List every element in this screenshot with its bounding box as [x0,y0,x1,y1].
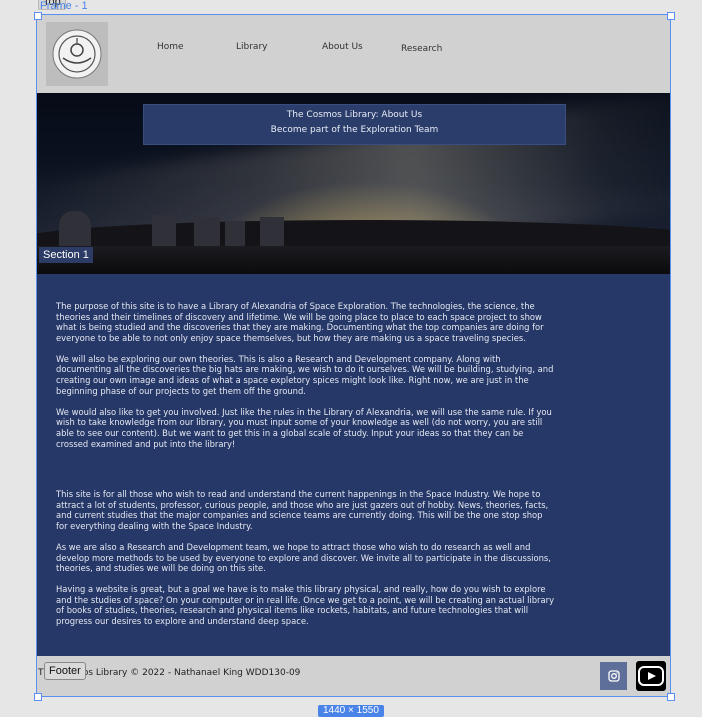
instagram-icon [607,670,620,682]
nav-home[interactable]: Home [157,42,184,52]
youtube-button[interactable] [636,661,666,691]
frame-size-label: 1440 × 1550 [318,705,384,717]
telescope-building [225,221,245,249]
nav-library[interactable]: Library [236,42,267,52]
observatory-dome [59,211,91,249]
resize-handle[interactable] [34,693,42,701]
frame-label[interactable]: Frame - 1 [40,0,88,12]
footer-label[interactable]: Footer [44,662,86,680]
resize-handle[interactable] [667,12,675,20]
telescope-building [194,217,220,249]
content-paragraph: We will also be exploring our own theori… [56,353,554,396]
logo-icon [52,29,102,79]
content-body: The purpose of this site is to have a Li… [56,301,556,637]
logo[interactable] [46,22,108,86]
telescope-building [152,215,176,249]
section-label[interactable]: Section 1 [39,247,93,263]
hero-section: The Cosmos Library: About Us Become part… [37,93,670,274]
telescope-building [260,217,284,249]
site-footer: The Cosmos Library © 2022 - Nathanael Ki… [37,656,670,696]
hero-banner: The Cosmos Library: About Us Become part… [143,104,566,145]
nav-research[interactable]: Research [401,44,442,54]
instagram-button[interactable] [600,662,627,690]
hero-title: The Cosmos Library: About Us [286,110,423,120]
content-paragraph: The purpose of this site is to have a Li… [56,301,544,343]
hero-ground [37,246,670,274]
design-frame[interactable]: Home Library About Us Research The Cosmo… [36,14,671,697]
resize-handle[interactable] [34,12,42,20]
nav-about-us[interactable]: About Us [322,42,363,52]
content-paragraph: Having a website is great, but a goal we… [56,584,555,627]
content-paragraph: As we are also a Research and Developmen… [56,542,551,574]
content-paragraph: We would also like to get you involved. … [56,406,552,449]
resize-handle[interactable] [667,693,675,701]
youtube-icon [638,666,664,686]
site-header: Home Library About Us Research [37,15,670,93]
hero-subtitle: Become part of the Exploration Team [270,125,439,135]
content-paragraph: This site is for all those who wish to r… [56,489,549,531]
